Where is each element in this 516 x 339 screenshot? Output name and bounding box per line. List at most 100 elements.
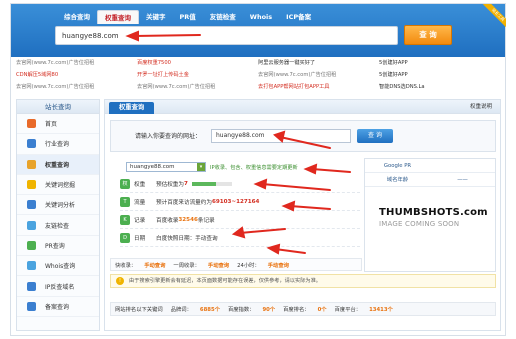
sidebar-item-label: 备案查询 (45, 303, 70, 311)
notice-text: 由于搜索引擎更新会有延迟，本页面数据可能存在误差，仅供参考，请以实际为准。 (129, 278, 321, 284)
ad-link[interactable]: 去官网(www.7c.com)广告位招租 (137, 83, 258, 92)
thumbnail-subtitle: IMAGE COMING SOON (379, 220, 460, 228)
sidebar-item-label: 行业查询 (45, 141, 70, 149)
ad-link[interactable]: 开罗一址打上传码土金 (137, 71, 258, 80)
tab-icp[interactable]: ICP备案 (279, 10, 318, 24)
paw-icon (27, 159, 36, 169)
ip-icon (27, 281, 36, 291)
google-pr-label: Google PR (383, 163, 412, 169)
sidebar-item-home[interactable]: 首页 (17, 114, 99, 135)
weight-help-link[interactable]: 权重说明 (470, 100, 492, 114)
index-row: 快收录： 手动查询 一周收录： 手动查询 24小时： 手动查询 (110, 258, 362, 271)
tab-comprehensive[interactable]: 综合查询 (57, 10, 97, 24)
sidebar-item-label: 关键词分析 (45, 202, 76, 210)
tab-friend-link[interactable]: 友链检查 (203, 10, 243, 24)
domain-note: IP收录、包含、权重信息需要定期更新 (210, 164, 298, 171)
info-icon: ! (116, 277, 124, 285)
query-input[interactable]: huangye88.com (211, 129, 351, 143)
tab-pr[interactable]: PR值 (173, 10, 203, 24)
tab-weight[interactable]: 权重查询 (97, 10, 139, 24)
sidebar-item-label: Whois查询 (45, 263, 76, 271)
stats-value: 13413个 (369, 307, 393, 313)
stats-label: 百度排名： (283, 307, 310, 313)
index-label: 一周收录： (173, 262, 200, 269)
ad-link[interactable]: 5创建好APP (379, 71, 500, 80)
domain-select[interactable]: huangye88.com ▾ (126, 162, 206, 172)
ad-link[interactable]: 去官网(www.7c.com)广告位招租 (258, 71, 379, 80)
google-pr-row: Google PR (365, 159, 495, 173)
sidebar-item-label: 友链检查 (45, 222, 70, 230)
date-value[interactable]: 手动查询 (195, 234, 217, 242)
thumbnail-title: THUMBSHOTS.com (379, 207, 488, 218)
ad-link[interactable]: 去打包APP帮网站打包APP工具 (258, 83, 379, 92)
domain-row: huangye88.com ▾ IP收录、包含、权重信息需要定期更新 (126, 162, 298, 172)
ad-row: 去官网(www.7c.com)广告位招租 去官网(www.7c.com)广告位招… (16, 83, 501, 92)
sidebar-item-pr[interactable]: PR查询 (17, 236, 99, 257)
corner-ribbon: 站长工具 (480, 4, 506, 30)
corner-ribbon-label: 站长工具 (480, 4, 506, 30)
ad-link[interactable]: 阿里云服务器一键买好了 (258, 59, 379, 68)
weight-row: 权 权重 预估权重为 7 (120, 176, 360, 193)
row-key: 日期 (134, 236, 146, 242)
sidebar-item-label: 关键词挖掘 (45, 182, 76, 190)
sidebar-item-whois[interactable]: Whois查询 (17, 256, 99, 277)
stats-label: 品牌词： (170, 307, 192, 313)
domain-age-label: 域名年龄 (386, 177, 409, 183)
ad-link[interactable]: 去官网(www.7c.com)广告位招租 (16, 59, 137, 68)
sidebar-item-icp[interactable]: 备案查询 (17, 297, 99, 317)
sidebar-item-keyword-analysis[interactable]: 关键词分析 (17, 195, 99, 216)
weight-progress-bar (191, 182, 232, 186)
record-value: 32546 (178, 217, 198, 223)
main-tab-weight[interactable]: 权重查询 (109, 102, 155, 114)
chevron-down-icon[interactable]: ▾ (197, 163, 205, 171)
sidebar-item-industry[interactable]: 行业查询 (17, 134, 99, 155)
tab-keyword[interactable]: 关键字 (139, 10, 173, 24)
record-row: K 记录 百度收录 32546 条记录 (120, 212, 360, 229)
main-search-button[interactable]: 查 询 (404, 25, 452, 45)
row-value: 白度快照日期： (156, 236, 196, 242)
ad-row: CDN解压5域网80 开罗一址打上传码土金 去官网(www.7c.com)广告位… (16, 71, 501, 80)
ad-link[interactable]: 5创建好APP (379, 59, 500, 68)
browser-frame: 综合查询 权重查询 关键字 PR值 友链检查 Whois ICP备案 站长工具 … (0, 0, 516, 339)
row-value: 预计百度来访流量约为 (156, 200, 212, 206)
query-label: 请输入你要查询的网址： (135, 133, 202, 140)
ad-link[interactable]: 智能DNS选DNS.La (379, 83, 500, 92)
row-suffix: 条记录 (197, 218, 215, 224)
domain-age-row: 域名年龄 —— (365, 173, 495, 187)
date-row: D 日期 白度快照日期： 手动查询 (120, 230, 360, 247)
sidebar-item-weight[interactable]: 权重查询 (17, 154, 99, 175)
row-value: 预估权重为 (156, 182, 184, 188)
domain-select-value: huangye88.com (130, 164, 175, 170)
index-label: 快收录： (115, 262, 137, 269)
ad-link[interactable]: 去官网(www.7c.com)广告位招租 (16, 83, 137, 92)
index-value-link[interactable]: 手动查询 (140, 261, 169, 269)
stats-value: 90个 (262, 307, 276, 313)
sidebar-item-keyword-mining[interactable]: 关键词挖掘 (17, 175, 99, 196)
query-area: 请输入你要查询的网址： huangye88.com 查 询 (110, 120, 496, 152)
tab-whois[interactable]: Whois (243, 10, 279, 24)
ad-links: 去官网(www.7c.com)广告位招租 百度权重7500 阿里云服务器一键买好… (16, 59, 501, 95)
weight-value: 7 (183, 181, 188, 187)
sidebar-item-label: PR查询 (45, 242, 65, 250)
sidebar-item-ip[interactable]: IP反查域名 (17, 276, 99, 297)
traffic-value: 69103~127164 (211, 199, 260, 205)
traffic-badge-icon: T (120, 197, 130, 207)
sidebar-item-friend-link[interactable]: 友链检查 (17, 215, 99, 236)
industry-icon (27, 139, 36, 149)
main-search-input[interactable] (56, 27, 397, 44)
row-key: 流量 (134, 200, 146, 206)
top-tabs: 综合查询 权重查询 关键字 PR值 友链检查 Whois ICP备案 (57, 10, 318, 24)
ad-link[interactable]: CDN解压5域网80 (16, 71, 137, 80)
stats-row: 网站排名以下关键词 品牌词： 6885个 百度指数： 90个 百度排名： 0个 … (110, 302, 496, 316)
ad-link[interactable]: 百度权重7500 (137, 59, 258, 68)
keyword-icon (27, 180, 36, 190)
main-search-field[interactable] (55, 26, 398, 45)
sidebar: 站长查询 首页 行业查询 权重查询 关键词挖掘 关键词分析 友链检查 PR查询 … (16, 99, 100, 331)
index-value-link[interactable]: 手动查询 (264, 261, 293, 269)
index-value-link[interactable]: 手动查询 (204, 261, 233, 269)
main-header: 权重查询 权重说明 (105, 100, 500, 114)
site-thumbnail-box: Google PR 域名年龄 —— THUMBSHOTS.com IMAGE C… (364, 158, 496, 272)
query-button[interactable]: 查 询 (357, 129, 393, 143)
stats-label: 百度指数： (227, 307, 255, 313)
stats-label: 网站排名以下关键词 (115, 307, 163, 313)
